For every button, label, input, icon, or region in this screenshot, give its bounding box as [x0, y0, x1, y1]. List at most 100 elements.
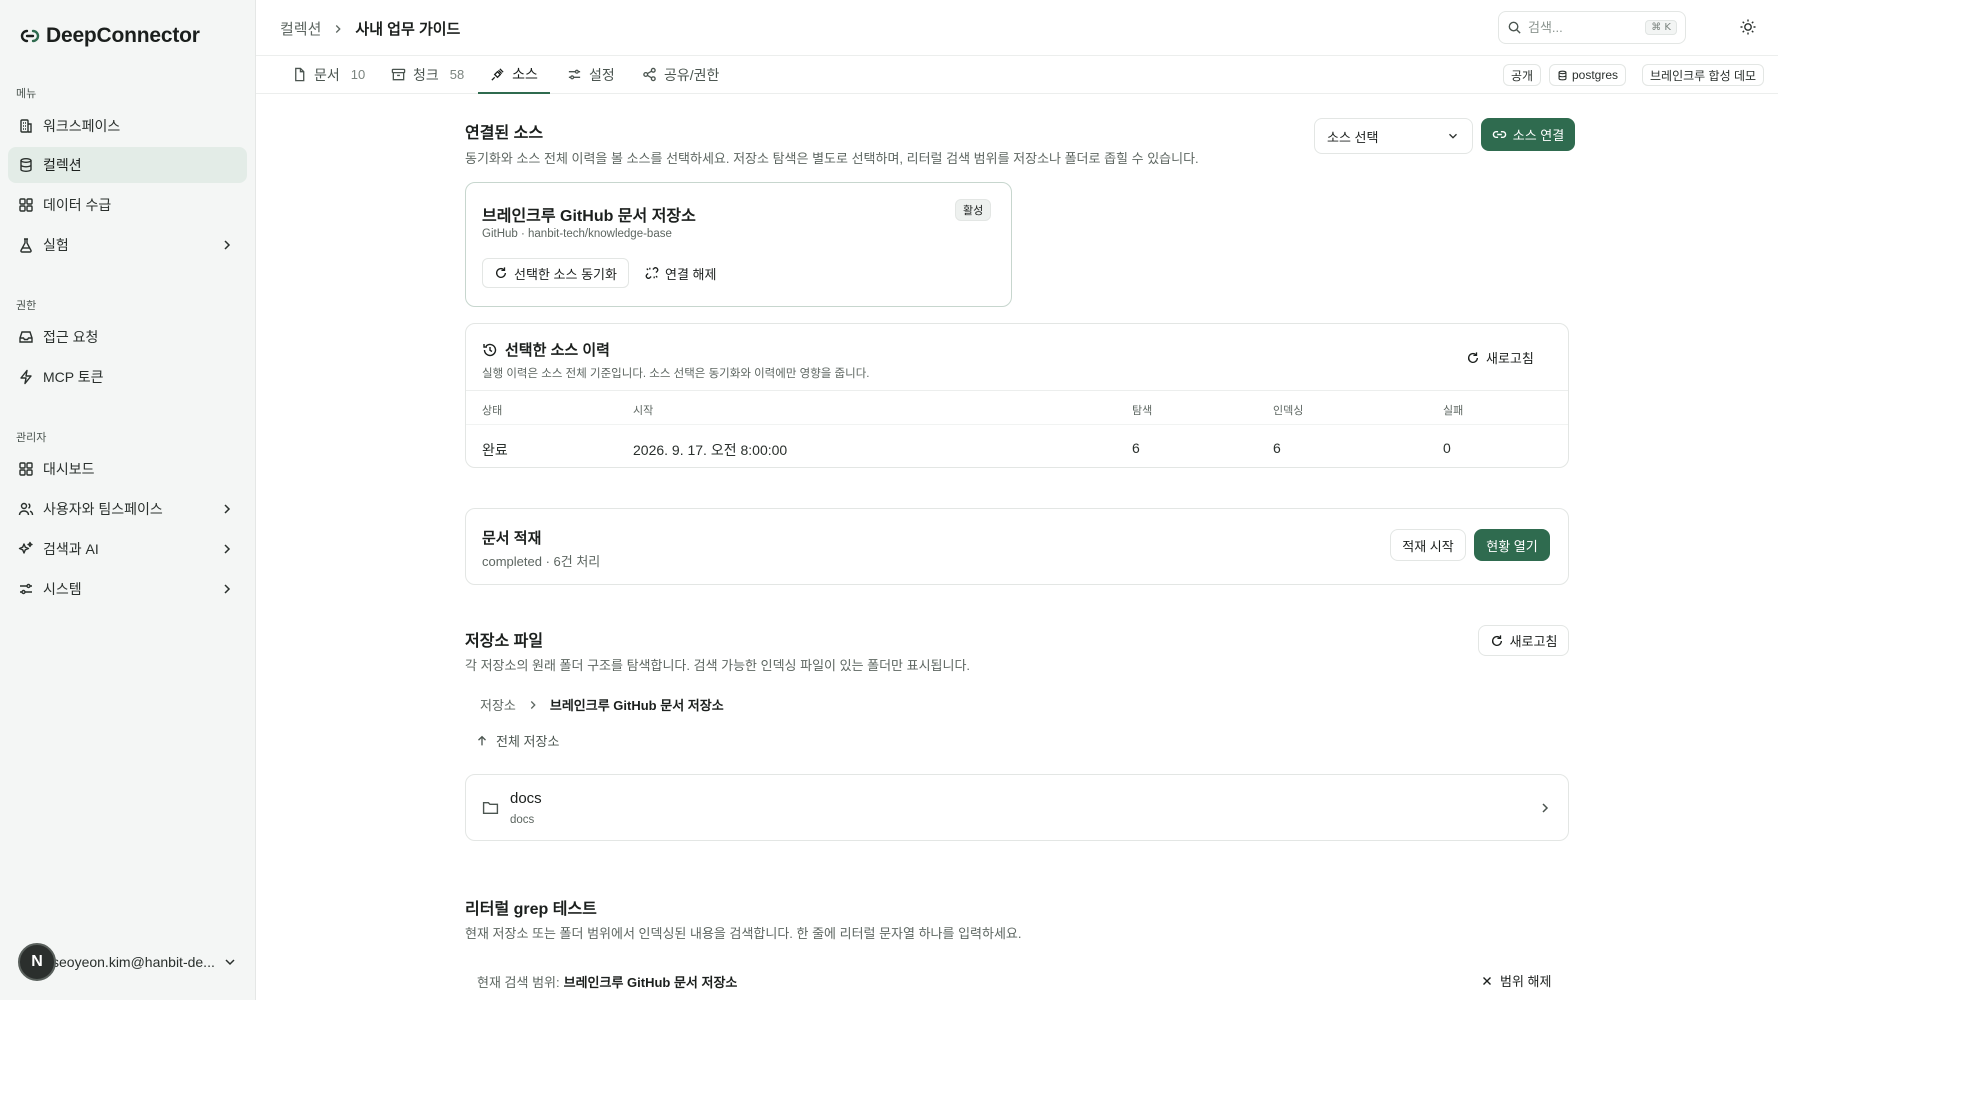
connect-source-button[interactable]: 소스 연결 [1481, 118, 1575, 151]
sidebar-item-mcp-tokens[interactable]: MCP 토큰 [8, 359, 247, 395]
tab-count: 10 [350, 67, 366, 82]
building-icon [18, 118, 34, 134]
history-icon [483, 343, 497, 356]
link-icon [1492, 130, 1506, 139]
breadcrumb-collections[interactable]: 컬렉션 [280, 18, 321, 39]
workspace-label: 브레인크루 합성 데모 [1650, 68, 1757, 83]
repo-breadcrumb-root[interactable]: 저장소 [480, 695, 516, 714]
up-to-all-repos-link[interactable]: 전체 저장소 [475, 731, 559, 750]
history-title: 선택한 소스 이력 [505, 342, 610, 359]
grid-icon [18, 197, 34, 213]
refresh-icon [1467, 351, 1479, 363]
history-refresh-button[interactable]: 새로고침 [1466, 348, 1534, 367]
db-badge: postgres [1549, 64, 1627, 86]
app-name: DeepConnector [46, 24, 200, 47]
repo-breadcrumb: 저장소 브레인크루 GitHub 문서 저장소 [480, 695, 724, 714]
search-input[interactable] [1528, 20, 1638, 35]
refresh-icon [496, 267, 507, 278]
close-icon [1483, 976, 1491, 985]
sidebar-item-search-ai[interactable]: 검색과 AI [8, 531, 247, 567]
grep-scope: 현재 검색 범위: 브레인크루 GitHub 문서 저장소 [477, 972, 737, 991]
search-box[interactable]: ⌘ K [1498, 11, 1686, 44]
source-name: 브레인크루 GitHub 문서 저장소 [482, 208, 696, 225]
tab-label: 공유/권한 [664, 66, 720, 83]
repo-refresh-label: 새로고침 [1509, 634, 1558, 649]
sidebar-item-workspace[interactable]: 워크스페이스 [8, 108, 247, 144]
tab-documents[interactable]: 문서 10 [292, 56, 365, 93]
open-status-button[interactable]: 현황 열기 [1474, 529, 1550, 561]
connected-sources-description: 동기화와 소스 전체 이력을 볼 소스를 선택하세요. 저장소 탐색은 별도로 … [465, 151, 1199, 166]
chevron-right-icon [1542, 803, 1549, 813]
sidebar-item-collections[interactable]: 컬렉션 [8, 147, 247, 183]
tab-sharing[interactable]: 공유/권한 [642, 56, 719, 93]
tab-count: 58 [449, 67, 465, 82]
search-shortcut: ⌘ K [1645, 20, 1677, 35]
clear-scope-button[interactable]: 범위 해제 [1480, 971, 1551, 990]
sidebar-item-system[interactable]: 시스템 [8, 571, 247, 607]
unlink-icon [645, 267, 659, 279]
tab-label: 설정 [589, 66, 615, 83]
sidebar-item-label: 검색과 AI [43, 541, 99, 557]
sidebar-item-label: 워크스페이스 [43, 118, 121, 134]
repo-breadcrumb-current: 브레인크루 GitHub 문서 저장소 [549, 698, 724, 713]
inbox-icon [18, 329, 34, 345]
source-card[interactable]: 브레인크루 GitHub 문서 저장소 GitHub · hanbit-tech… [465, 182, 1012, 307]
sidebar-item-dashboard[interactable]: 대시보드 [8, 451, 247, 487]
user-menu[interactable]: N seoyeon.kim@hanbit-de... [18, 943, 246, 981]
sidebar-item-label: 사용자와 팀스페이스 [43, 501, 163, 517]
section-label-admin: 관리자 [16, 432, 47, 444]
avatar: N [18, 943, 56, 981]
database-icon [18, 157, 34, 173]
folder-row-docs[interactable]: docs docs [465, 774, 1569, 841]
user-email: seoyeon.kim@hanbit-de... [52, 954, 215, 970]
theme-toggle-button[interactable] [1738, 17, 1758, 37]
tab-chunks[interactable]: 청크 58 [391, 56, 464, 93]
sidebar-item-label: MCP 토큰 [43, 369, 104, 385]
db-label: postgres [1572, 68, 1619, 82]
cell-failed: 0 [1443, 440, 1451, 456]
history-header: 선택한 소스 이력 [482, 339, 610, 360]
sidebar-item-data-ingest[interactable]: 데이터 수급 [8, 187, 247, 223]
file-icon [295, 67, 305, 82]
visibility-badge: 공개 [1503, 64, 1542, 86]
sidebar-item-access-requests[interactable]: 접근 요청 [8, 319, 247, 355]
ingest-card: 문서 적재 completed · 6건 처리 적재 시작 현황 열기 [465, 508, 1569, 585]
tab-label: 소스 [512, 66, 538, 82]
cell-discovered: 6 [1132, 440, 1140, 456]
topbar: 컬렉션 사내 업무 가이드 ⌘ K [256, 0, 1778, 56]
app-logo[interactable]: DeepConnector [20, 24, 200, 48]
sidebar-item-users-teamspaces[interactable]: 사용자와 팀스페이스 [8, 491, 247, 527]
section-label-menu: 메뉴 [16, 88, 37, 100]
chevron-right-icon [224, 584, 231, 594]
column-header-indexed: 인덱싱 [1273, 405, 1304, 417]
sidebar-item-label: 실험 [43, 237, 69, 253]
sidebar-item-experiments[interactable]: 실험 [8, 227, 247, 263]
repo-refresh-button[interactable]: 새로고침 [1478, 625, 1569, 656]
tab-sources[interactable]: 소스 [478, 56, 550, 94]
sidebar-item-label: 데이터 수급 [43, 197, 112, 213]
sliders-icon [18, 581, 34, 597]
disconnect-button[interactable]: 연결 해제 [645, 258, 716, 288]
main-panel: 컬렉션 사내 업무 가이드 ⌘ K 문서 10 청크 58 [256, 0, 1778, 1000]
start-ingest-button[interactable]: 적재 시작 [1390, 529, 1466, 561]
tab-label: 청크 [413, 66, 439, 83]
clear-scope-label: 범위 해제 [1500, 974, 1552, 989]
cell-start: 2026. 9. 17. 오전 8:00:00 [633, 442, 788, 458]
source-meta: GitHub · hanbit-tech/knowledge-base [482, 228, 672, 240]
breadcrumb: 컬렉션 사내 업무 가이드 [280, 18, 460, 39]
sync-source-button[interactable]: 선택한 소스 동기화 [482, 258, 629, 288]
chevron-right-icon [530, 700, 536, 709]
chevron-down-icon [225, 959, 235, 966]
open-status-label: 현황 열기 [1486, 538, 1538, 554]
source-history-card: 선택한 소스 이력 실행 이력은 소스 전체 기준입니다. 소스 선택은 동기화… [465, 323, 1569, 468]
start-ingest-label: 적재 시작 [1402, 538, 1454, 554]
flask-icon [18, 237, 34, 253]
folder-name: docs [510, 790, 542, 807]
ingest-title: 문서 적재 [482, 530, 542, 547]
tab-settings[interactable]: 설정 [567, 56, 615, 93]
sidebar-item-label: 시스템 [43, 581, 82, 597]
repo-files-title: 저장소 파일 [465, 633, 544, 650]
source-select[interactable]: 소스 선택 [1314, 118, 1473, 154]
chevron-right-icon [336, 24, 342, 33]
folder-icon [482, 802, 499, 815]
